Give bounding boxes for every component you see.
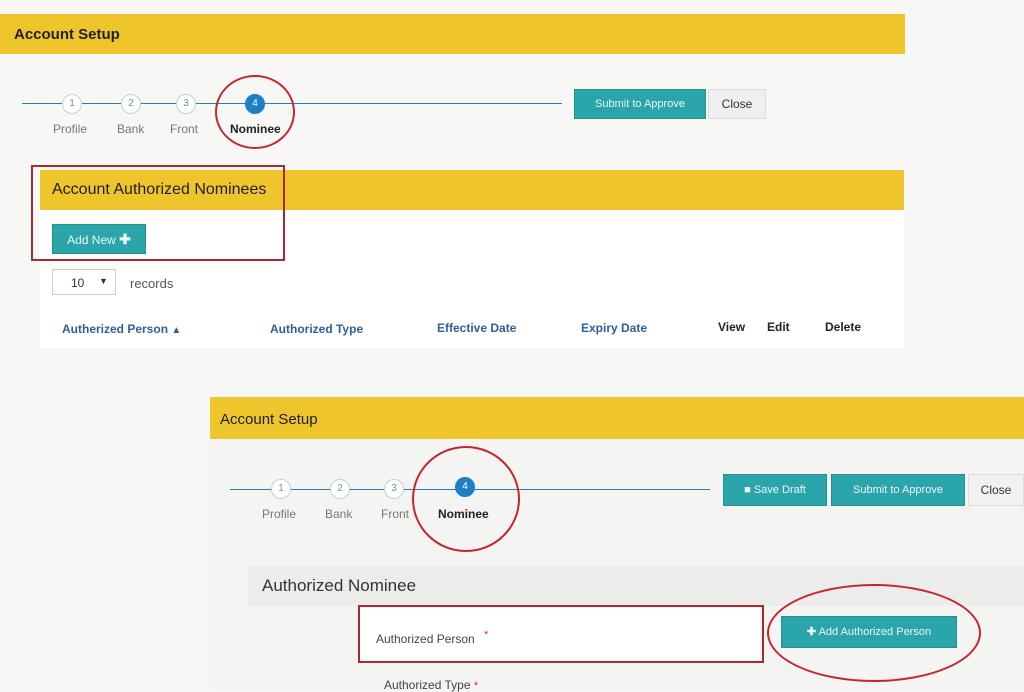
bottom-nominee-highlight-circle (412, 446, 520, 552)
authorized-person-highlight-box (358, 605, 764, 663)
top-step-2[interactable]: 2 (121, 94, 141, 114)
top-step-2-label: Bank (117, 122, 145, 136)
top-submit-to-approve-button[interactable]: Submit to Approve (574, 89, 706, 119)
top-step-1-label: Profile (53, 122, 88, 136)
bottom-close-button[interactable]: Close (968, 474, 1024, 506)
bottom-step-2-label: Bank (325, 507, 353, 521)
col-expiry-date[interactable]: Expiry Date (581, 321, 647, 335)
top-step-1[interactable]: 1 (62, 94, 82, 114)
bottom-page-title: Account Setup (220, 411, 318, 428)
top-nominee-highlight-circle (215, 75, 295, 149)
bottom-step-1-label: Profile (262, 507, 297, 521)
authorized-type-label: Authorized Type * (384, 678, 478, 692)
authorized-type-required-mark: * (473, 680, 479, 692)
bottom-step-3-label: Front (381, 507, 410, 521)
page-size-select[interactable]: 10 ▼ (52, 269, 116, 295)
col-authorized-person-label: Autherized Person (62, 322, 169, 336)
records-label: records (130, 276, 174, 291)
sort-asc-icon: ▲ (171, 325, 182, 336)
bottom-header-banner: Account Setup (210, 397, 1024, 439)
col-authorized-person[interactable]: Autherized Person ▲ (62, 322, 181, 336)
chevron-down-icon: ▼ (99, 276, 108, 286)
bottom-step-3[interactable]: 3 (384, 479, 404, 499)
save-draft-button[interactable]: ■ Save Draft (723, 474, 827, 506)
top-header-banner: Account Setup (0, 14, 905, 54)
top-close-button[interactable]: Close (708, 89, 766, 119)
page-size-value: 10 (71, 276, 85, 290)
col-effective-date[interactable]: Effective Date (437, 321, 516, 335)
bottom-submit-to-approve-button[interactable]: Submit to Approve (831, 474, 965, 506)
bottom-step-2[interactable]: 2 (330, 479, 350, 499)
panel-title: Authorized Nominee (262, 576, 417, 595)
col-delete: Delete (825, 320, 862, 334)
col-edit: Edit (767, 320, 790, 334)
col-authorized-type[interactable]: Authorized Type (270, 322, 363, 336)
save-icon: ■ (744, 484, 751, 496)
top-step-3[interactable]: 3 (176, 94, 196, 114)
save-draft-label: Save Draft (753, 484, 806, 496)
add-person-highlight-circle (767, 584, 981, 682)
top-page-title: Account Setup (14, 26, 120, 43)
top-section-highlight-box (31, 165, 285, 261)
authorized-type-label-text: Authorized Type (384, 678, 471, 692)
col-view: View (718, 320, 746, 334)
bottom-step-1[interactable]: 1 (271, 479, 291, 499)
top-step-3-label: Front (170, 122, 199, 136)
